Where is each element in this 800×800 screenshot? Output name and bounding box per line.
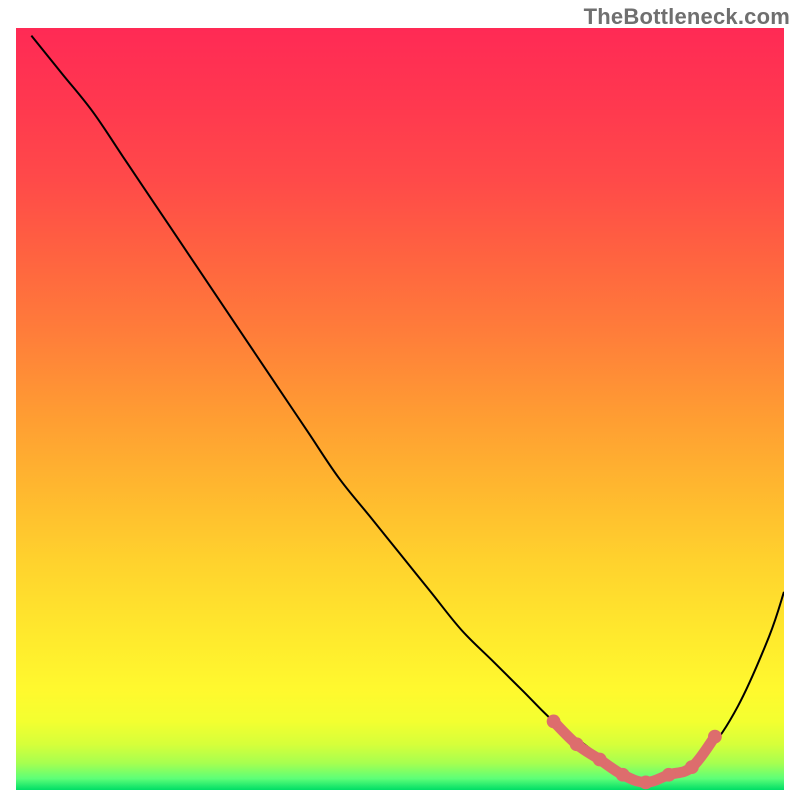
chart-plot bbox=[16, 28, 784, 790]
gradient-background bbox=[16, 28, 784, 790]
highlight-dot bbox=[616, 768, 630, 782]
chart-canvas: TheBottleneck.com bbox=[0, 0, 800, 800]
highlight-dot bbox=[639, 776, 653, 790]
highlight-dot bbox=[593, 753, 607, 767]
highlight-dot bbox=[685, 760, 699, 774]
chart-svg bbox=[16, 28, 784, 790]
highlight-dot bbox=[662, 768, 676, 782]
highlight-dot bbox=[708, 730, 722, 744]
watermark-text: TheBottleneck.com bbox=[584, 4, 790, 30]
highlight-dot bbox=[547, 715, 561, 729]
highlight-dot bbox=[570, 737, 584, 751]
